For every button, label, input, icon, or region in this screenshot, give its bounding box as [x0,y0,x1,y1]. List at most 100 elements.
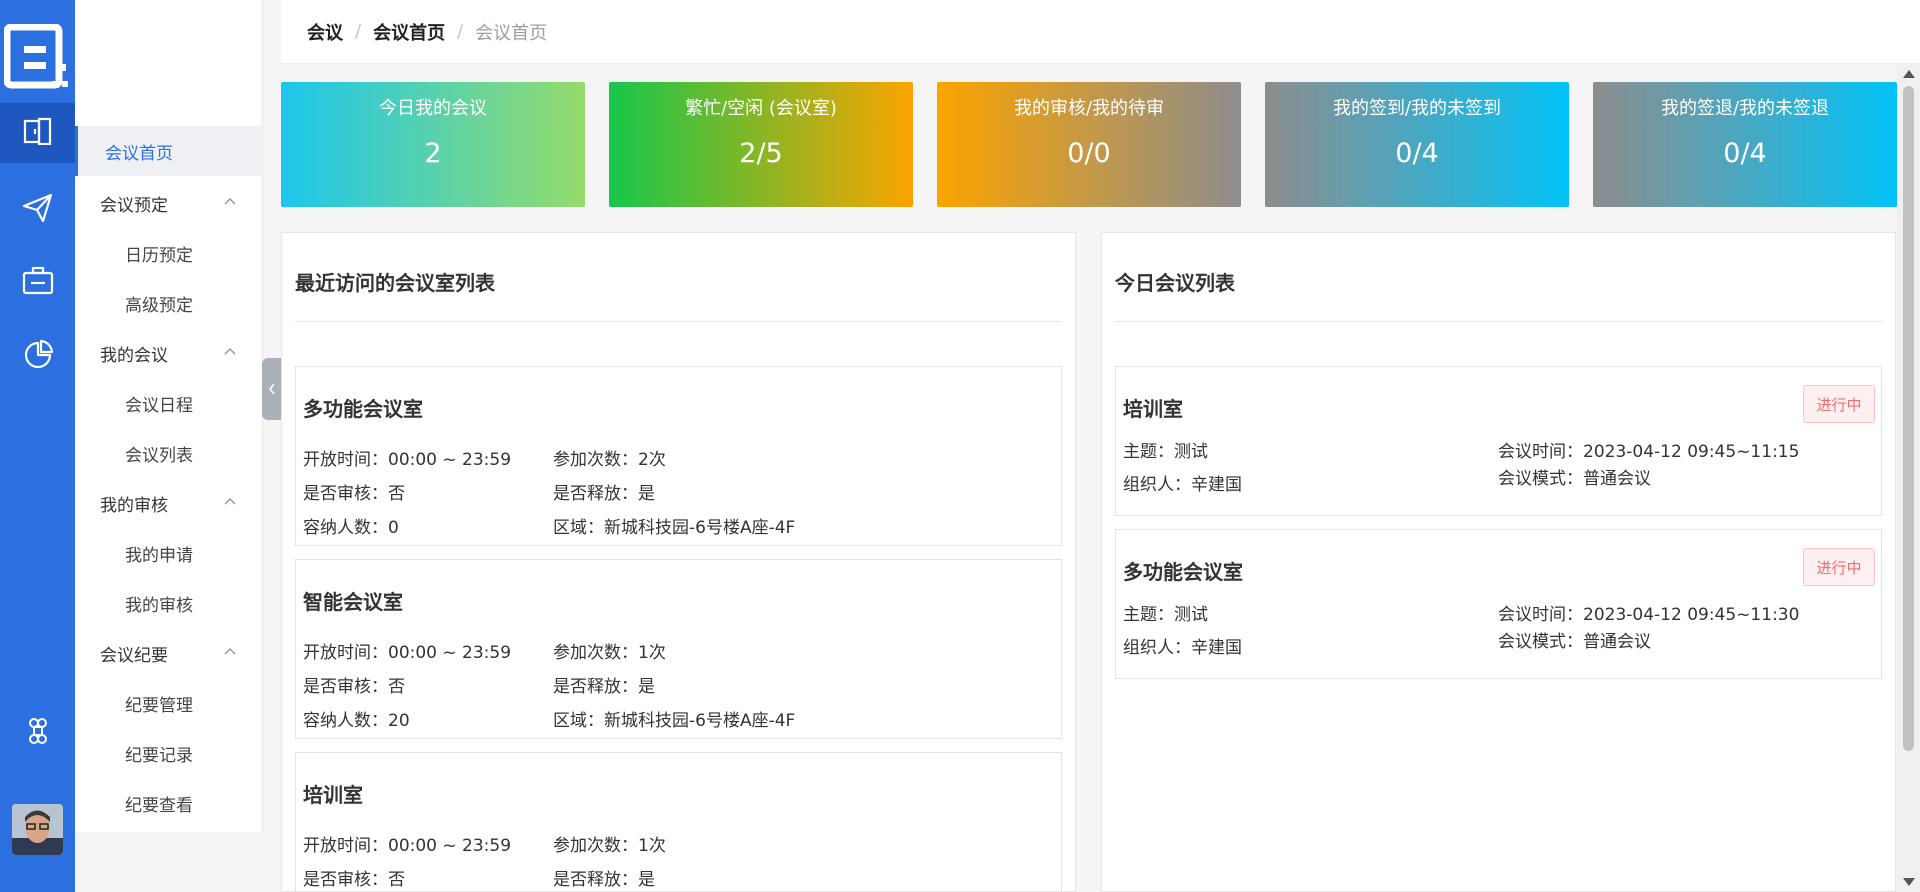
meeting-room: 多功能会议室 [1123,560,1243,584]
icon-rail [0,0,75,892]
breadcrumb: 会议 / 会议首页 / 会议首页 [281,0,1920,64]
nav-advanced-booking[interactable]: 高级预定 [75,278,262,328]
stat-label: 今日我的会议 [379,98,487,119]
room-name: 培训室 [303,783,363,807]
stat-value: 0/4 [1395,138,1439,169]
stat-card-audit[interactable]: 我的审核/我的待审 0/0 [937,82,1241,207]
stat-value: 0/0 [1067,138,1111,169]
nav-meeting-list[interactable]: 会议列表 [75,428,262,478]
panel-title: 今日会议列表 [1115,271,1235,295]
today-meetings-panel: 今日会议列表 培训室 进行中 主题：测试 会议时间：2023-04-12 09:… [1101,232,1896,892]
meeting-card[interactable]: 多功能会议室 进行中 主题：测试 会议时间：2023-04-12 09:45~1… [1115,529,1882,679]
logo-icon [3,23,70,92]
send-icon [22,192,54,228]
room-card[interactable]: 多功能会议室 开放时间：00:00 ~ 23:59 参加次数：2次 是否审核：否… [295,366,1062,546]
avatar[interactable] [12,804,63,855]
room-area: 区域：新城科技园-6号楼A座-4F [553,518,796,538]
meeting-organizer: 组织人：辛建国 [1123,638,1242,658]
meeting-time: 会议时间：2023-04-12 09:45~11:30 [1498,605,1800,625]
stat-label: 我的签到/我的未签到 [1332,98,1502,119]
rail-apps-button[interactable] [0,703,75,763]
room-visit-count: 参加次数：1次 [553,643,666,663]
scroll-down-icon[interactable] [1903,878,1915,886]
stat-label: 我的签退/我的未签退 [1660,98,1830,119]
meeting-card[interactable]: 培训室 进行中 主题：测试 会议时间：2023-04-12 09:45~11:1… [1115,366,1882,516]
nav-meeting-home[interactable]: 会议首页 [75,126,262,176]
scrollbar-thumb[interactable] [1903,86,1914,751]
chevron-up-icon [224,497,236,505]
room-open-time: 开放时间：00:00 ~ 23:59 [303,836,512,856]
pie-chart-icon [22,339,54,375]
meeting-mode: 会议模式：普通会议 [1498,469,1651,489]
status-badge: 进行中 [1803,385,1875,423]
meeting-time: 会议时间：2023-04-12 09:45~11:15 [1498,442,1800,462]
chevron-up-icon [224,197,236,205]
meeting-room-icon [23,117,53,149]
recent-rooms-panel: 最近访问的会议室列表 多功能会议室 开放时间：00:00 ~ 23:59 参加次… [281,232,1076,892]
room-release: 是否释放：是 [553,677,655,697]
side-nav: 会议首页 会议预定 日历预定 高级预定 我的会议 会议日程 会议列表 我的审核 … [75,0,263,832]
meeting-topic: 主题：测试 [1123,605,1208,625]
stat-card-signin[interactable]: 我的签到/我的未签到 0/4 [1265,82,1569,207]
stat-card-signout[interactable]: 我的签退/我的未签退 0/4 [1593,82,1897,207]
nav-minutes-manage[interactable]: 纪要管理 [75,678,262,728]
meeting-mode: 会议模式：普通会议 [1498,632,1651,652]
nav-group-my-audit[interactable]: 我的审核 [75,478,262,528]
meeting-topic: 主题：测试 [1123,442,1208,462]
breadcrumb-current: 会议首页 [475,22,548,44]
room-card[interactable]: 培训室 开放时间：00:00 ~ 23:59 参加次数：1次 是否审核：否 是否… [295,752,1062,891]
stat-card-room-busy[interactable]: 繁忙/空闲 (会议室) 2/5 [609,82,913,207]
rail-stats-button[interactable] [0,327,75,387]
room-visit-count: 参加次数：2次 [553,450,666,470]
room-capacity: 容纳人数：0 [303,518,399,538]
stat-value: 2 [424,138,442,169]
chevron-up-icon [224,347,236,355]
breadcrumb-item[interactable]: 会议 [307,19,343,45]
breadcrumb-separator: / [355,21,362,42]
room-card[interactable]: 智能会议室 开放时间：00:00 ~ 23:59 参加次数：1次 是否审核：否 … [295,559,1062,739]
scroll-up-icon[interactable] [1903,70,1915,78]
room-name: 智能会议室 [303,590,403,614]
room-open-time: 开放时间：00:00 ~ 23:59 [303,643,512,663]
divider [1115,321,1882,322]
nav-meeting-schedule[interactable]: 会议日程 [75,378,262,428]
rail-tools-button[interactable] [0,253,75,313]
stat-label: 我的审核/我的待审 [1013,98,1165,119]
briefcase-icon [22,266,54,300]
collapse-sidebar-button[interactable] [262,358,281,420]
nav-minutes-record[interactable]: 纪要记录 [75,728,262,778]
room-open-time: 开放时间：00:00 ~ 23:59 [303,450,512,470]
stat-card-today-meetings[interactable]: 今日我的会议 2 [281,82,585,207]
breadcrumb-separator: / [457,21,464,42]
nav-my-applications[interactable]: 我的申请 [75,528,262,578]
rail-meeting-button[interactable] [0,103,75,163]
room-release: 是否释放：是 [553,484,655,504]
meeting-organizer: 组织人：辛建国 [1123,475,1242,495]
page-scrollbar[interactable] [1897,64,1920,892]
room-audit: 是否审核：否 [303,484,405,504]
nav-group-minutes[interactable]: 会议纪要 [75,628,262,678]
nav-group-my-meetings[interactable]: 我的会议 [75,328,262,378]
nav-minutes-view[interactable]: 纪要查看 [75,778,262,828]
room-visit-count: 参加次数：1次 [553,836,666,856]
room-audit: 是否审核：否 [303,677,405,697]
stat-label: 繁忙/空闲 (会议室) [685,98,837,119]
room-name: 多功能会议室 [303,397,423,421]
room-release: 是否释放：是 [553,870,655,890]
panel-title: 最近访问的会议室列表 [295,271,495,295]
status-badge: 进行中 [1803,548,1875,586]
nav-my-audits[interactable]: 我的审核 [75,578,262,628]
breadcrumb-item[interactable]: 会议首页 [373,19,445,45]
stat-value: 0/4 [1723,138,1767,169]
divider [295,321,1062,322]
chevron-left-icon [268,383,275,395]
nav-group-booking[interactable]: 会议预定 [75,178,262,228]
rail-send-button[interactable] [0,180,75,240]
room-capacity: 容纳人数：20 [303,711,410,731]
room-area: 区域：新城科技园-6号楼A座-4F [553,711,796,731]
chevron-up-icon [224,647,236,655]
room-audit: 是否审核：否 [303,870,405,890]
stat-value: 2/5 [739,138,783,169]
command-icon [24,717,52,749]
nav-calendar-booking[interactable]: 日历预定 [75,228,262,278]
